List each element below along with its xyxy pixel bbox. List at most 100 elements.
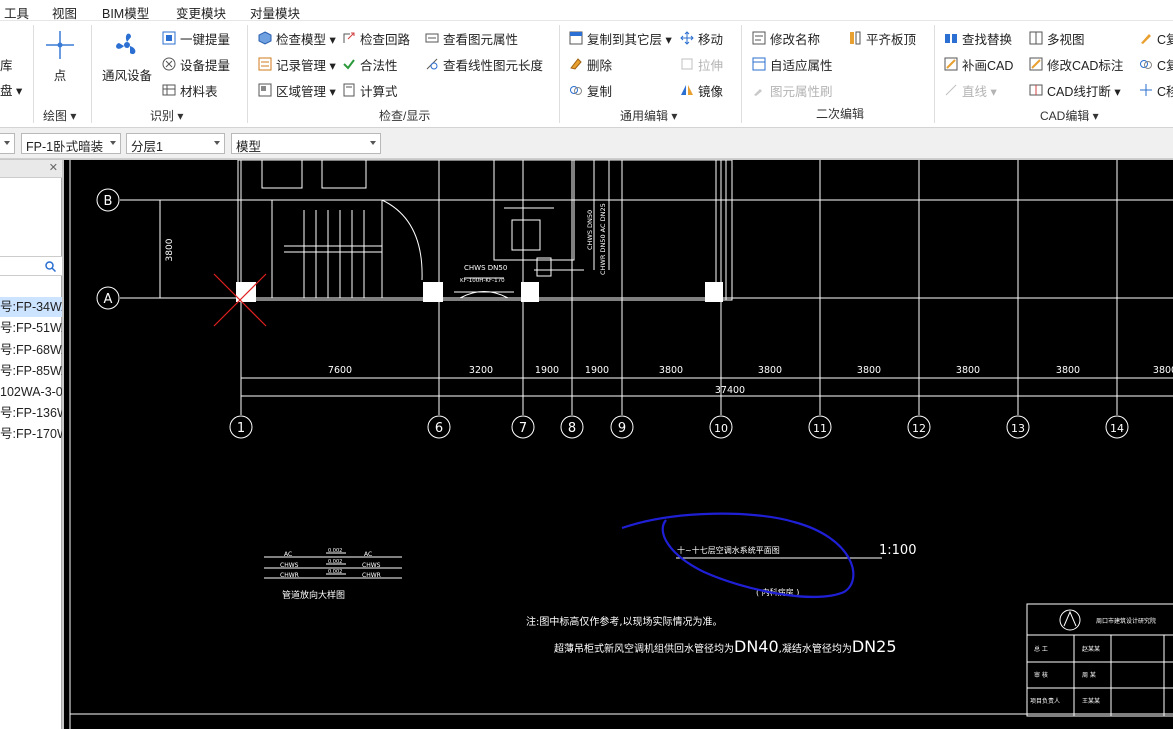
- record-mgmt-button[interactable]: 记录管理 ▾: [258, 54, 336, 74]
- view-attr-button[interactable]: 查看图元属性: [425, 28, 518, 48]
- line-icon: [944, 83, 958, 97]
- cad-copy-button-2[interactable]: C复: [1139, 54, 1173, 74]
- materials-label: 材料表: [180, 84, 218, 99]
- find-replace-button[interactable]: 查找替换: [944, 28, 1012, 48]
- brush-icon: [752, 83, 766, 97]
- materials-table-button[interactable]: 材料表: [162, 80, 218, 100]
- attr-brush-button[interactable]: 图元属性刷: [752, 80, 833, 100]
- group-cad-label[interactable]: CAD编辑 ▾: [1040, 107, 1099, 124]
- legality-button[interactable]: 合法性: [342, 54, 398, 74]
- cad-move-button[interactable]: C移: [1139, 80, 1173, 100]
- cad-copy-button-1[interactable]: C复: [1139, 28, 1173, 48]
- copy-button[interactable]: 复制: [569, 80, 612, 100]
- title-row-value: 王某某: [1082, 698, 1100, 705]
- length-icon: [425, 57, 439, 71]
- flush-slab-button[interactable]: 平齐板顶: [848, 28, 916, 48]
- brush-label: 图元属性刷: [770, 84, 833, 99]
- cad-break-button[interactable]: CAD线打断 ▾: [1029, 80, 1121, 100]
- list-item[interactable]: 102WA-3-0: [0, 382, 62, 402]
- check-model-button[interactable]: 检查模型 ▾: [258, 28, 336, 48]
- patch-icon: [944, 57, 958, 71]
- layer-combo-value: 分层1: [131, 140, 163, 154]
- stretch-button[interactable]: 拉伸: [680, 54, 723, 74]
- view-mode-combo-value: 模型: [236, 140, 262, 154]
- multi-view-button[interactable]: 多视图: [1029, 28, 1085, 48]
- calc-formula-button[interactable]: 计算式: [342, 80, 398, 100]
- note-2-part: DN40: [734, 637, 779, 656]
- axis-label-b: B: [104, 194, 113, 209]
- list-item[interactable]: 号:FP-170WA: [0, 424, 62, 444]
- list-item[interactable]: 号:FP-85WA: [0, 361, 62, 381]
- chevron-down-icon: [4, 141, 10, 145]
- mirror-icon: [680, 83, 694, 97]
- menu-view[interactable]: 视图: [52, 3, 77, 22]
- legend-slope: 0.002: [328, 548, 342, 554]
- layer-combo[interactable]: 分层1: [126, 133, 225, 154]
- menu-tools[interactable]: 工具: [4, 3, 29, 22]
- list-item[interactable]: 号:FP-136WA: [0, 403, 62, 423]
- draw-point-button[interactable]: 点: [44, 29, 76, 84]
- check-loop-button[interactable]: 检查回路: [342, 28, 410, 48]
- pipe-vertical-label: CHWS DN50: [586, 210, 594, 250]
- cad-drawing-canvas[interactable]: B A 3800 CHWS DN50 KF-100H-KF-170 CHWS D…: [64, 160, 1173, 729]
- rename-button[interactable]: 修改名称: [752, 28, 820, 48]
- pipe-label: KF-100H-KF-170: [460, 278, 505, 284]
- component-list-panel: ✕ 号:FP-34WA 号:FP-51WA 号:FP-68WA 号:FP-85W…: [0, 160, 62, 729]
- adaptive-attr-button[interactable]: 自适应属性: [752, 54, 833, 74]
- pipe-legend: AC AC 0.002 CHWS CHWS 0.002 CHWR CHWR 0.…: [264, 548, 402, 601]
- menu-bim-model[interactable]: BIM模型: [102, 3, 149, 22]
- list-item[interactable]: 号:FP-68WA: [0, 340, 62, 360]
- chevron-down-icon: [370, 141, 376, 145]
- vent-device-button[interactable]: 通风设备: [102, 29, 152, 84]
- adaptive-label: 自适应属性: [770, 58, 833, 73]
- line-button[interactable]: 直线 ▾: [944, 80, 997, 100]
- legend-name: AC: [284, 551, 292, 558]
- component-combo[interactable]: FP-1卧式暗装: [21, 133, 121, 154]
- area-mgmt-button[interactable]: 区域管理 ▾: [258, 80, 336, 100]
- list-item[interactable]: 号:FP-51WA: [0, 318, 62, 338]
- axis-label: 6: [435, 421, 443, 436]
- point-icon: [46, 31, 74, 59]
- vent-device-label: 通风设备: [102, 69, 153, 83]
- ribbon-cut-lib[interactable]: 库: [0, 54, 13, 74]
- chevron-down-icon: [214, 141, 220, 145]
- delete-button[interactable]: 删除: [569, 54, 612, 74]
- patch-cad-button[interactable]: 补画CAD: [944, 54, 1013, 74]
- ribbon-cut-disk[interactable]: 盘 ▾: [0, 79, 22, 99]
- mirror-button[interactable]: 镜像: [680, 80, 723, 100]
- property-toolbar: FP-1卧式暗装 分层1 模型: [0, 128, 1173, 159]
- note-2-part: 超薄吊柜式新风空调机组供回水管径均为: [554, 642, 734, 655]
- check-model-label: 检查模型 ▾: [276, 32, 336, 47]
- type-combo[interactable]: [0, 133, 15, 154]
- search-icon[interactable]: [45, 261, 56, 272]
- one-key-quantity-button[interactable]: 一键提量: [162, 28, 230, 48]
- modify-cad-label-button[interactable]: 修改CAD标注: [1029, 54, 1123, 74]
- view-length-button[interactable]: 查看线性图元长度: [425, 54, 543, 74]
- title-row-label: 总 工: [1034, 645, 1048, 653]
- menu-change-module[interactable]: 变更模块: [176, 3, 226, 22]
- dim-text: 7600: [328, 365, 352, 376]
- area-icon: [258, 83, 272, 97]
- view-mode-combo[interactable]: 模型: [231, 133, 381, 154]
- group-edit-label[interactable]: 通用编辑 ▾: [620, 107, 677, 124]
- copy-to-other-layer-button[interactable]: 复制到其它层 ▾: [569, 28, 672, 48]
- menu-bar: 工具 视图 BIM模型 变更模块 对量模块: [0, 0, 1173, 21]
- patch-cad-label: 补画CAD: [962, 58, 1014, 73]
- panel-search-input[interactable]: [0, 256, 62, 276]
- menu-quantity-module[interactable]: 对量模块: [250, 3, 300, 22]
- modify-label-icon: [1029, 57, 1043, 71]
- device-icon: [162, 57, 176, 71]
- axis-label: 12: [912, 422, 926, 435]
- axis-label: 10: [714, 422, 728, 435]
- title-row-value: 赵某某: [1082, 645, 1100, 653]
- move-button[interactable]: 移动: [680, 28, 723, 48]
- device-quantity-button[interactable]: 设备提量: [162, 54, 230, 74]
- list-item[interactable]: 号:FP-34WA: [0, 297, 62, 317]
- close-icon[interactable]: ✕: [49, 161, 58, 174]
- cad-drawing: B A 3800 CHWS DN50 KF-100H-KF-170 CHWS D…: [69, 160, 1173, 729]
- group-identify-label[interactable]: 识别 ▾: [150, 107, 183, 124]
- group-draw-label[interactable]: 绘图 ▾: [43, 107, 76, 124]
- cad-copy-label-1: C复: [1157, 32, 1173, 47]
- rename-label: 修改名称: [770, 32, 821, 47]
- note-2-part: DN25: [852, 637, 897, 656]
